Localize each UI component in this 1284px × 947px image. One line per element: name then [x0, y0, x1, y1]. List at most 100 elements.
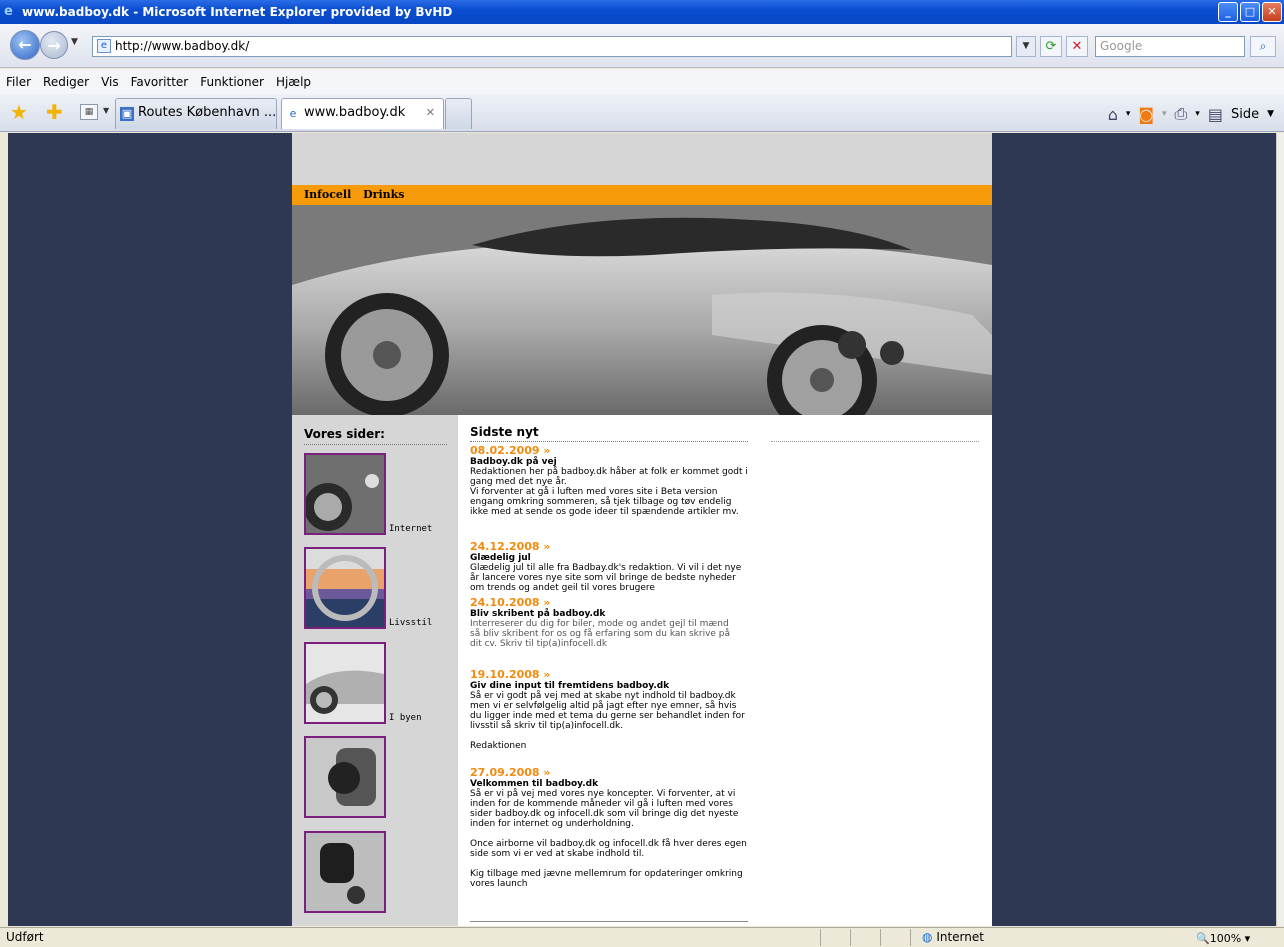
- news-item: 24.10.2008 » Bliv skribent på badboy.dk In…: [470, 597, 752, 650]
- page-menu-icon[interactable]: ▤: [1208, 105, 1223, 124]
- refresh-button[interactable]: ⟳: [1040, 36, 1062, 57]
- news-body-line: Redaktionen: [470, 741, 527, 751]
- tab-row: ★ ✚ ▦ ▼ ▣ Routes København ... e www.bad…: [0, 94, 1284, 132]
- news-date[interactable]: 19.10.2008 »: [470, 669, 752, 681]
- zone-label: Internet: [936, 930, 984, 944]
- stop-button[interactable]: ✕: [1066, 36, 1088, 57]
- menu-view[interactable]: Vis: [101, 75, 119, 89]
- favorites-star-icon[interactable]: ★: [10, 102, 28, 122]
- nav-drinks[interactable]: Drinks: [363, 188, 404, 201]
- news-body-line: du ligger inde med et tema du gerne ser …: [470, 711, 745, 721]
- site-header: [292, 133, 992, 185]
- news-body-line: Kig tilbage med jævne mellemrum for opda…: [470, 869, 743, 879]
- news-date[interactable]: 08.02.2009 »: [470, 445, 752, 457]
- right-column-rule: [771, 441, 979, 442]
- forward-button[interactable]: →: [40, 31, 68, 59]
- close-tab-icon[interactable]: ✕: [426, 99, 435, 127]
- status-divider: [850, 929, 851, 946]
- menu-edit[interactable]: Rediger: [43, 75, 89, 89]
- news-title: Velkommen til badboy.dk: [470, 779, 599, 789]
- news-title: Giv dine input til fremtidens badboy.dk: [470, 681, 670, 691]
- news-body-line: Så er vi på vej med vores nye koncepter.…: [470, 789, 736, 799]
- news-date[interactable]: 24.10.2008 »: [470, 597, 752, 609]
- news-body-line: ikke med at sende os gode ideer til spæn…: [470, 507, 739, 517]
- new-tab-button[interactable]: [445, 98, 472, 129]
- news-body-line: [470, 731, 752, 741]
- news-title: Badboy.dk på vej: [470, 457, 557, 467]
- thumb-internet[interactable]: [304, 453, 386, 535]
- address-toolbar: ← → ▼ e http://www.badboy.dk/ ▼ ⟳ ✕ Goog…: [0, 24, 1284, 68]
- thumb-livsstil[interactable]: [304, 547, 386, 629]
- search-button[interactable]: ⌕: [1250, 36, 1276, 57]
- print-icon[interactable]: ⎙: [1174, 104, 1187, 124]
- news-body-line: Redaktionen her på badboy.dk håber at fo…: [470, 467, 748, 477]
- tab-list-dropdown-icon[interactable]: ▼: [103, 106, 109, 115]
- minimize-button[interactable]: _: [1218, 2, 1238, 22]
- zoom-label: 100%: [1209, 932, 1242, 945]
- sidebar-heading: Vores sider:: [304, 427, 447, 445]
- window-title: www.badboy.dk - Microsoft Internet Explo…: [22, 5, 453, 19]
- thumb-label-i-byen[interactable]: I byen: [389, 713, 422, 723]
- search-input[interactable]: Google: [1095, 36, 1245, 57]
- page-menu-dropdown-icon[interactable]: ▼: [1267, 109, 1274, 119]
- menu-help[interactable]: Hjælp: [276, 75, 311, 89]
- news-heading: Sidste nyt: [470, 425, 748, 442]
- thumb-label-internet[interactable]: Internet: [389, 524, 432, 534]
- home-icon[interactable]: ⌂: [1108, 105, 1118, 124]
- back-button[interactable]: ←: [10, 30, 40, 60]
- thumb-watch[interactable]: [304, 736, 386, 818]
- menu-bar: Filer Rediger Vis Favoritter Funktioner …: [0, 69, 1284, 94]
- news-body-line: dit cv. Skriv til tip(a)infocell.dk: [470, 639, 608, 649]
- news-body-line: inden for internet og underholdning.: [470, 819, 634, 829]
- address-dropdown-button[interactable]: ▼: [1016, 36, 1036, 57]
- news-title: Bliv skribent på badboy.dk: [470, 609, 606, 619]
- menu-file[interactable]: Filer: [6, 75, 31, 89]
- thumb-label-livsstil[interactable]: Livsstil: [389, 618, 432, 628]
- news-item: 08.02.2009 » Badboy.dk på vej Redaktionen …: [470, 445, 752, 518]
- news-body-line: år lancere vores nye site som vil bringe…: [470, 573, 736, 583]
- address-bar[interactable]: e http://www.badboy.dk/: [92, 36, 1012, 57]
- news-date[interactable]: 27.09.2008 »: [470, 767, 752, 779]
- status-divider: [820, 929, 821, 946]
- news-body-line: inden for de kommende måneder vil gå i l…: [470, 799, 733, 809]
- browser-window: e www.badboy.dk - Microsoft Internet Exp…: [0, 0, 1284, 947]
- status-divider: [910, 929, 911, 946]
- tab-label: Routes København ...: [138, 105, 277, 120]
- news-body-line: Vi forventer at gå i luften med vores si…: [470, 487, 718, 497]
- page-icon: e: [97, 39, 111, 53]
- news-title: Glædelig jul: [470, 553, 531, 563]
- maximize-button[interactable]: □: [1240, 2, 1260, 22]
- menu-favorites[interactable]: Favoritter: [131, 75, 189, 89]
- home-dropdown-icon[interactable]: ▾: [1126, 109, 1131, 119]
- thumb-i-byen[interactable]: [304, 642, 386, 724]
- history-dropdown-icon[interactable]: ▼: [71, 37, 78, 47]
- feeds-dropdown-icon[interactable]: ▾: [1162, 109, 1167, 119]
- title-bar: e www.badboy.dk - Microsoft Internet Exp…: [0, 0, 1284, 24]
- ie-icon: e: [4, 4, 13, 19]
- zone-indicator[interactable]: ◍ Internet: [922, 930, 984, 944]
- zoom-indicator[interactable]: 🔍100% ▾: [1196, 932, 1250, 945]
- close-button[interactable]: ✕: [1262, 2, 1282, 22]
- vertical-scrollbar[interactable]: [1276, 133, 1284, 926]
- news-bottom-rule: [470, 921, 748, 922]
- news-body-line: [470, 829, 752, 839]
- thumb-keyfob[interactable]: [304, 831, 386, 913]
- feeds-icon[interactable]: ◙: [1138, 105, 1154, 124]
- site-nav: Infocell Drinks: [292, 185, 992, 205]
- print-dropdown-icon[interactable]: ▾: [1195, 109, 1200, 119]
- news-body-line: livsstil så skriv til tip(a)infocell.dk.: [470, 721, 624, 731]
- news-date[interactable]: 24.12.2008 »: [470, 541, 752, 553]
- status-divider: [880, 929, 881, 946]
- nav-infocell[interactable]: Infocell: [304, 188, 351, 201]
- tab-routes[interactable]: ▣ Routes København ...: [115, 98, 277, 129]
- page-menu-label[interactable]: Side: [1231, 107, 1259, 122]
- status-bar: Udført ◍ Internet 🔍100% ▾: [0, 927, 1284, 947]
- menu-tools[interactable]: Funktioner: [200, 75, 264, 89]
- add-favorite-icon[interactable]: ✚: [46, 102, 63, 122]
- quick-tabs-icon[interactable]: ▦: [80, 104, 98, 120]
- globe-icon: ◍: [922, 930, 933, 944]
- news-body-line: engang omkring sommeren, så tjek tilbage…: [470, 497, 732, 507]
- news-item: 24.12.2008 » Glædelig jul Glædelig jul til…: [470, 541, 752, 594]
- page-icon: ▣: [120, 107, 134, 121]
- tab-badboy[interactable]: e www.badboy.dk ✕: [281, 98, 444, 129]
